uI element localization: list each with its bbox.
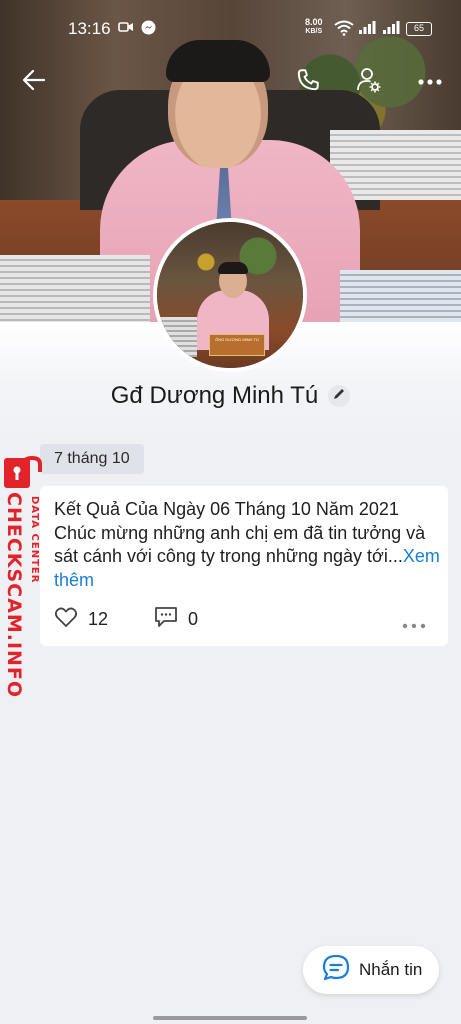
cover-papers-left — [0, 255, 150, 322]
network-speed-value: 8.00 — [305, 17, 323, 27]
post-text[interactable]: Kết Quả Của Ngày 06 Tháng 10 Năm 2021 Ch… — [54, 498, 442, 592]
message-button-label: Nhắn tin — [359, 960, 423, 979]
profile-header — [0, 60, 461, 104]
signal-icon-2 — [382, 20, 400, 39]
battery-indicator: 65 — [406, 22, 432, 36]
call-button[interactable] — [290, 64, 326, 100]
comment-button[interactable]: 0 — [154, 606, 198, 633]
profile-name: Gđ Dương Minh Tú — [110, 382, 319, 409]
video-call-icon — [118, 20, 134, 39]
chat-icon — [321, 953, 351, 988]
status-bar: 13:16 8.00 KB/S 65 — [0, 0, 461, 60]
post-card[interactable]: Kết Quả Của Ngày 06 Tháng 10 Năm 2021 Ch… — [40, 486, 448, 646]
signal-icon-1 — [358, 20, 376, 39]
network-speed-unit: KB/S — [305, 28, 323, 35]
heart-icon — [54, 606, 78, 633]
more-horizontal-icon — [402, 614, 426, 635]
user-settings-icon — [355, 66, 383, 99]
status-time: 13:16 — [68, 19, 111, 38]
post-actions: 12 0 — [54, 606, 438, 634]
message-button[interactable]: Nhắn tin — [303, 946, 439, 994]
like-button[interactable]: 12 — [54, 606, 108, 633]
avatar-name-plate: ÔNG DƯƠNG MINH TÚ — [209, 334, 265, 356]
pencil-icon — [332, 387, 346, 406]
arrow-left-icon — [22, 69, 46, 96]
more-horizontal-icon — [418, 73, 442, 91]
post-date-label: 7 tháng 10 — [40, 444, 144, 474]
network-speed: 8.00 KB/S — [305, 18, 323, 36]
home-indicator — [153, 1016, 307, 1020]
profile-avatar[interactable]: ÔNG DƯƠNG MINH TÚ — [153, 218, 307, 372]
watermark: CHECKSCAM.INFO DATA CENTER — [0, 452, 46, 698]
comment-count: 0 — [188, 609, 199, 629]
comment-icon — [154, 606, 178, 633]
more-options-button[interactable] — [412, 64, 448, 100]
profile-content — [0, 322, 461, 1024]
avatar-papers — [157, 317, 197, 357]
back-button[interactable] — [16, 64, 52, 100]
watermark-sub-text: DATA CENTER — [29, 496, 40, 584]
profile-settings-button[interactable] — [351, 64, 387, 100]
profile-name-row: Gđ Dương Minh Tú — [0, 382, 461, 410]
cover-papers-right-bottom — [340, 270, 461, 322]
wifi-icon — [334, 20, 354, 41]
messenger-icon — [141, 20, 156, 40]
post-more-button[interactable] — [402, 614, 426, 635]
watermark-main-text: CHECKSCAM.INFO — [3, 492, 25, 699]
edit-name-button[interactable] — [328, 385, 351, 407]
like-count: 12 — [88, 609, 109, 629]
lock-icon — [2, 455, 46, 495]
post-body: Kết Quả Của Ngày 06 Tháng 10 Năm 2021 Ch… — [54, 499, 426, 566]
phone-icon — [295, 67, 321, 98]
avatar-person-hair — [218, 262, 248, 274]
